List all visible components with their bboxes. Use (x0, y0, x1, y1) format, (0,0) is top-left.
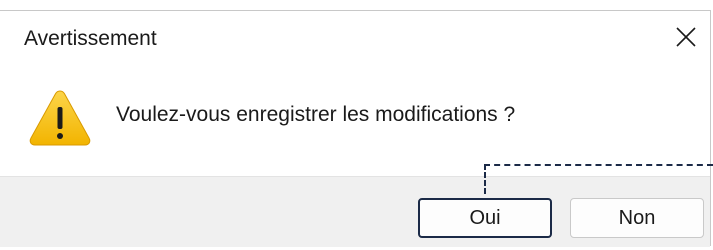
close-button[interactable] (666, 17, 706, 57)
warning-dialog: Avertissement Voulez-vous enregistrer le… (0, 10, 711, 247)
yes-button[interactable]: Oui (418, 198, 552, 238)
title-bar: Avertissement (0, 11, 710, 66)
no-button[interactable]: Non (570, 198, 704, 238)
dialog-footer: Oui Non (0, 176, 710, 247)
dialog-title: Avertissement (24, 27, 157, 50)
warning-icon (29, 90, 91, 146)
dialog-message: Voulez-vous enregistrer les modification… (116, 103, 516, 126)
close-icon (676, 27, 696, 47)
dialog-content: Voulez-vous enregistrer les modification… (0, 66, 710, 176)
